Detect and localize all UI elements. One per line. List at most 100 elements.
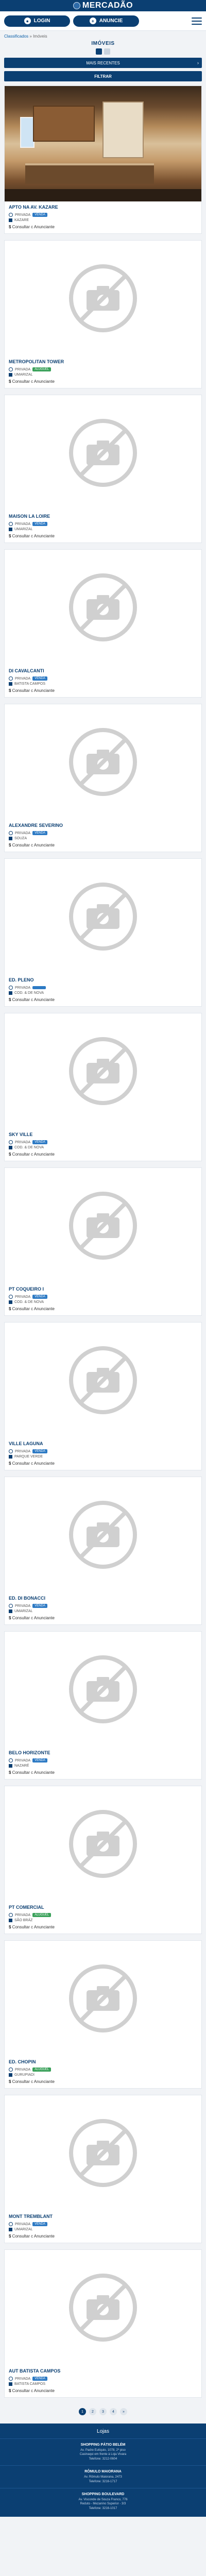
listing-card[interactable]: BELO HORIZONTE PRIVADA VENDA NAZARÉ $ Consul… [4, 1631, 202, 1780]
consult-advertiser[interactable]: $ Consultar c Anunciante [9, 2234, 197, 2239]
listing-card[interactable]: APTO NA AV. KAZARE PRIVADA VENDA KAZARE $ Co… [4, 86, 202, 234]
listing-title[interactable]: PT COMERCIAL [9, 1905, 197, 1910]
consult-label: Consultar c Anunciante [11, 2388, 55, 2393]
breadcrumb-link[interactable]: Classificados [4, 34, 28, 39]
main-content: Classificados » Imóveis IMÓVEIS MAIS REC… [0, 31, 206, 2424]
no-image-icon [69, 1346, 137, 1414]
tag-icon [9, 986, 13, 990]
listing-card[interactable]: METROPOLITAN TOWER PRIVADA ALUGUEL UMARIZAL… [4, 240, 202, 388]
listing-title[interactable]: AUT BATISTA CAMPOS [9, 2368, 197, 2374]
consult-advertiser[interactable]: $ Consultar c Anunciante [9, 1770, 197, 1775]
listing-info: PT COMERCIAL PRIVADA ALUGUEL SÃO BRÁZ $ Cons… [5, 1902, 201, 1934]
listing-title[interactable]: ED. PLENO [9, 977, 197, 982]
page-button[interactable]: 3 [99, 2408, 107, 2415]
listing-card[interactable]: PT COMERCIAL PRIVADA ALUGUEL SÃO BRÁZ $ Cons… [4, 1786, 202, 1934]
listing-card[interactable]: PT COQUEIRO I PRIVADA VENDA COD. & DE NOVA $… [4, 1167, 202, 1316]
menu-icon[interactable] [192, 17, 202, 25]
listing-title[interactable]: ALEXANDRE SEVERINO [9, 823, 197, 828]
listing-type-row: PRIVADA VENDA [9, 1449, 197, 1453]
consult-label: Consultar c Anunciante [11, 1307, 55, 1311]
listing-card[interactable]: ED. DI BONACCI PRIVADA VENDA UMARIZAL $ Cons… [4, 1477, 202, 1625]
listing-type-row: PRIVADA VENDA [9, 676, 197, 681]
sort-select[interactable]: MAIS RECENTES › [4, 58, 202, 68]
listing-placeholder[interactable] [5, 2095, 201, 2211]
consult-advertiser[interactable]: $ Consultar c Anunciante [9, 1152, 197, 1157]
listing-title[interactable]: MAISON LA LOIRE [9, 514, 197, 519]
listing-title[interactable]: ED. DI BONACCI [9, 1596, 197, 1601]
listing-card[interactable]: VILLE LAGUNA PRIVADA VENDA PARQUE VERDE $ Co… [4, 1322, 202, 1470]
consult-advertiser[interactable]: $ Consultar c Anunciante [9, 2079, 197, 2084]
listing-card[interactable]: ALEXANDRE SEVERINO PRIVADA VENDA SOUZA $ Con… [4, 704, 202, 852]
consult-advertiser[interactable]: $ Consultar c Anunciante [9, 688, 197, 693]
listing-placeholder[interactable] [5, 1477, 201, 1592]
listing-location: KAZARE [14, 218, 29, 222]
tag-icon [9, 831, 13, 835]
list-view-icon[interactable] [104, 48, 110, 55]
listing-badge: VENDA [32, 1140, 47, 1144]
page-button[interactable]: 4 [110, 2408, 117, 2415]
listing-placeholder[interactable] [5, 704, 201, 820]
store-item: SHOPPING BOULEVARD Av. Visconde de Souza … [0, 2487, 206, 2515]
listing-location: SÃO BRÁZ [14, 1919, 33, 1922]
consult-advertiser[interactable]: $ Consultar c Anunciante [9, 1307, 197, 1311]
login-button[interactable]: ● LOGIN [4, 15, 70, 27]
listing-title[interactable]: METROPOLITAN TOWER [9, 359, 197, 364]
listing-placeholder[interactable] [5, 395, 201, 511]
consult-advertiser[interactable]: $ Consultar c Anunciante [9, 1461, 197, 1466]
page-button[interactable]: 2 [89, 2408, 96, 2415]
listing-title[interactable]: MONT TREMBLANT [9, 2214, 197, 2219]
listing-title[interactable]: DI CAVALCANTI [9, 668, 197, 673]
consult-advertiser[interactable]: $ Consultar c Anunciante [9, 843, 197, 848]
anuncie-button[interactable]: + ANUNCIE [73, 15, 139, 27]
consult-advertiser[interactable]: $ Consultar c Anunciante [9, 1925, 197, 1929]
listing-title[interactable]: VILLE LAGUNA [9, 1441, 197, 1446]
consult-advertiser[interactable]: $ Consultar c Anunciante [9, 1616, 197, 1620]
listing-placeholder[interactable] [5, 241, 201, 356]
listing-card[interactable]: ED. CHOPIN PRIVADA ALUGUEL GURUPIADI $ Consu… [4, 1940, 202, 2089]
listing-type-row: PRIVADA VENDA [9, 831, 197, 835]
listing-location: UMARIZAL [14, 2228, 33, 2231]
listing-title[interactable]: ED. CHOPIN [9, 2059, 197, 2064]
listing-placeholder[interactable] [5, 1786, 201, 1902]
listing-title[interactable]: BELO HORIZONTE [9, 1750, 197, 1755]
consult-advertiser[interactable]: $ Consultar c Anunciante [9, 225, 197, 229]
listing-badge: VENDA [32, 2377, 47, 2381]
no-image-icon [69, 264, 137, 332]
listing-card[interactable]: SKY VILLE PRIVADA VENDA COD. & DE NOVA $ Con… [4, 1013, 202, 1161]
listing-card[interactable]: MONT TREMBLANT PRIVADA VENDA UMARIZAL $ Cons… [4, 2095, 202, 2243]
listing-title[interactable]: PT COQUEIRO I [9, 1286, 197, 1292]
listing-card[interactable]: AUT BATISTA CAMPOS PRIVADA VENDA BATISTA CA… [4, 2249, 202, 2398]
listing-placeholder[interactable] [5, 1323, 201, 1438]
brand-name[interactable]: MERCADÃO [82, 1, 133, 10]
listing-type: PRIVADA [15, 2377, 31, 2381]
listings-list: APTO NA AV. KAZARE PRIVADA VENDA KAZARE $ Co… [4, 86, 202, 2398]
listing-placeholder[interactable] [5, 859, 201, 974]
consult-advertiser[interactable]: $ Consultar c Anunciante [9, 379, 197, 384]
listing-placeholder[interactable] [5, 1013, 201, 1129]
tag-icon [9, 1913, 13, 1917]
listing-placeholder[interactable] [5, 550, 201, 665]
consult-advertiser[interactable]: $ Consultar c Anunciante [9, 2388, 197, 2393]
grid-view-icon[interactable] [96, 48, 102, 55]
listing-title[interactable]: APTO NA AV. KAZARE [9, 205, 197, 210]
listing-placeholder[interactable] [5, 1168, 201, 1283]
page-button[interactable]: » [120, 2408, 127, 2415]
consult-label: Consultar c Anunciante [11, 225, 55, 229]
listing-card[interactable]: ED. PLENO PRIVADA COD. & DE NOVA $ Consulta… [4, 858, 202, 1007]
page-button[interactable]: 1 [79, 2408, 86, 2415]
location-icon [9, 1146, 12, 1149]
location-icon [9, 1455, 12, 1459]
listing-photo[interactable] [5, 86, 201, 201]
listing-title[interactable]: SKY VILLE [9, 1132, 197, 1137]
listing-placeholder[interactable] [5, 1632, 201, 1747]
tag-icon [9, 1758, 13, 1762]
listing-location-row: COD. & DE NOVA [9, 1146, 197, 1149]
listing-placeholder[interactable] [5, 1941, 201, 2056]
listing-card[interactable]: DI CAVALCANTI PRIVADA VENDA BATISTA CAMPOS $… [4, 549, 202, 698]
consult-advertiser[interactable]: $ Consultar c Anunciante [9, 534, 197, 538]
filter-button[interactable]: FILTRAR [4, 71, 202, 81]
listing-card[interactable]: MAISON LA LOIRE PRIVADA VENDA UMARIZAL $ Con… [4, 395, 202, 543]
consult-advertiser[interactable]: $ Consultar c Anunciante [9, 997, 197, 1002]
listing-type: PRIVADA [15, 1140, 31, 1144]
listing-placeholder[interactable] [5, 2250, 201, 2365]
